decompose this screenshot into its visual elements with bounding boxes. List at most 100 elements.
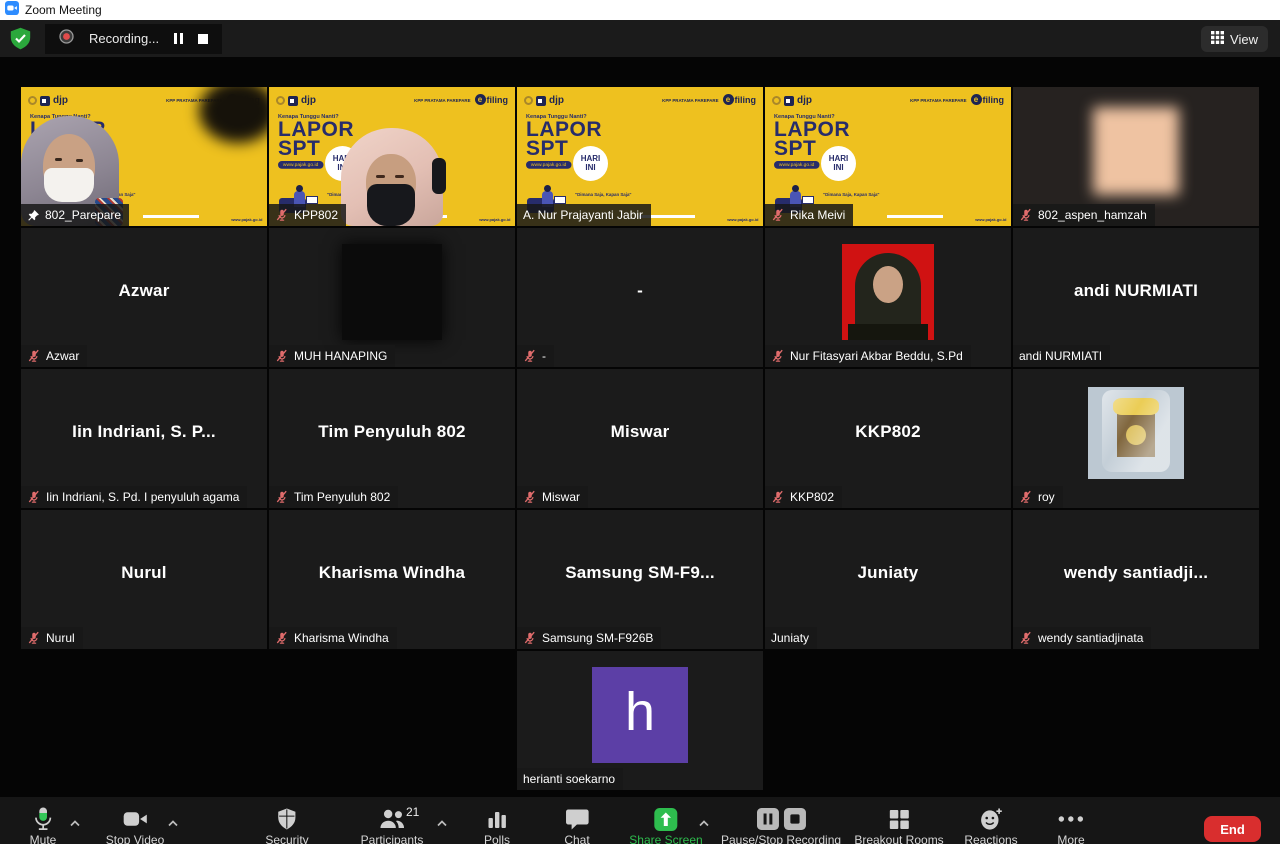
djp-logo-text: djp — [797, 95, 812, 106]
djp-emblem-icon — [524, 96, 533, 105]
participant-tile[interactable]: djp KPP PRATAMA PAREPARE e filing Kenapa… — [21, 87, 267, 226]
toolbar-pause-stop-recording-button[interactable]: Pause/Stop Recording — [721, 806, 841, 844]
participants-chevron-up-icon[interactable] — [437, 814, 448, 832]
toolbar-chat-button[interactable]: Chat — [564, 806, 589, 844]
slide-footer-url: www.pajak.go.id — [975, 218, 1006, 223]
muted-mic-icon — [27, 631, 41, 645]
participant-name-label: - — [517, 345, 554, 367]
muted-mic-icon — [27, 349, 41, 363]
slide-url-pill: www.pajak.go.id — [278, 161, 323, 169]
toolbar-participants-label: Participants — [361, 833, 424, 844]
participant-tile[interactable]: Nur Fitasyari Akbar Beddu, S.Pd — [765, 228, 1011, 367]
participant-name-text: herianti soekarno — [523, 772, 615, 786]
efiling-e-icon: e — [723, 94, 734, 105]
slide-footer-line — [143, 215, 199, 218]
participant-tile[interactable]: djp KPP PRATAMA PAREPARE e filing Kenapa… — [765, 87, 1011, 226]
mute-chevron-up-icon[interactable] — [70, 814, 81, 832]
participant-name-label: herianti soekarno — [517, 768, 623, 790]
camera-icon — [122, 806, 149, 832]
participant-display-name: Juniaty — [765, 510, 1011, 635]
participant-name-text: Azwar — [46, 349, 79, 363]
participant-display-name: Samsung SM-F9... — [517, 510, 763, 635]
toolbar-polls-button[interactable]: Polls — [484, 806, 510, 844]
participant-tile[interactable]: Samsung SM-F9...Samsung SM-F926B — [517, 510, 763, 649]
participant-tile[interactable]: roy — [1013, 369, 1259, 508]
participant-name-text: Iin Indriani, S. Pd. I penyuluh agama — [46, 490, 239, 504]
participant-tile[interactable]: wendy santiadji...wendy santiadjinata — [1013, 510, 1259, 649]
pause-recording-button[interactable] — [174, 33, 183, 44]
participant-name-label: Nurul — [21, 627, 83, 649]
end-meeting-button[interactable]: End — [1204, 816, 1261, 842]
meeting-stage: djp KPP PRATAMA PAREPARE e filing Kenapa… — [0, 57, 1280, 844]
participant-tile[interactable]: Iin Indriani, S. P...Iin Indriani, S. Pd… — [21, 369, 267, 508]
shield-icon — [276, 806, 297, 832]
slide-badge-line2: INI — [585, 164, 595, 173]
participant-tile[interactable]: hherianti soekarno — [517, 651, 763, 790]
participant-name-label: Juniaty — [765, 627, 817, 649]
participant-tile[interactable]: MUH HANAPING — [269, 228, 515, 367]
participant-display-name: Iin Indriani, S. P... — [21, 369, 267, 494]
efiling-label: filing — [983, 95, 1005, 105]
dark-video-feed — [342, 244, 442, 340]
muted-mic-icon — [275, 349, 289, 363]
toolbar-security-button[interactable]: Security — [265, 806, 308, 844]
microphone-icon — [32, 806, 55, 832]
toolbar-share-screen-button[interactable]: Share Screen — [629, 806, 702, 844]
participant-name-text: Nur Fitasyari Akbar Beddu, S.Pd — [790, 349, 963, 363]
djp-logo-text: djp — [53, 95, 68, 106]
participant-tile[interactable]: Kharisma WindhaKharisma Windha — [269, 510, 515, 649]
muted-mic-icon — [27, 490, 41, 504]
participant-tile[interactable]: 802_aspen_hamzah — [1013, 87, 1259, 226]
view-button[interactable]: View — [1201, 26, 1268, 52]
djp-emblem-icon — [276, 96, 285, 105]
muted-mic-icon — [275, 490, 289, 504]
participant-tile[interactable]: djp KPP PRATAMA PAREPARE e filing Kenapa… — [517, 87, 763, 226]
participant-tile[interactable]: Tim Penyuluh 802Tim Penyuluh 802 — [269, 369, 515, 508]
stop-recording-button[interactable] — [198, 34, 208, 44]
participant-name-label: Nur Fitasyari Akbar Beddu, S.Pd — [765, 345, 971, 367]
toolbar-stop-video-label: Stop Video — [106, 833, 165, 844]
participant-tile[interactable]: JuniatyJuniaty — [765, 510, 1011, 649]
encryption-shield-icon[interactable] — [10, 27, 31, 50]
muted-mic-icon — [1019, 631, 1033, 645]
participant-tile[interactable]: -- — [517, 228, 763, 367]
participant-name-label: A. Nur Prajayanti Jabir — [517, 204, 651, 226]
toolbar-mute-button[interactable]: Mute — [30, 806, 57, 844]
participant-display-name: wendy santiadji... — [1013, 510, 1259, 635]
share-screen-chevron-up-icon[interactable] — [699, 814, 710, 832]
zoom-app-icon — [5, 1, 19, 20]
stop-video-chevron-up-icon[interactable] — [168, 814, 179, 832]
participant-name-text: Miswar — [542, 490, 580, 504]
profile-photo — [1088, 387, 1184, 479]
slide-url-pill: www.pajak.go.id — [774, 161, 819, 169]
toolbar-stop-video-button[interactable]: Stop Video — [106, 806, 165, 844]
djp-brand: djp — [772, 95, 812, 106]
toolbar-more-button[interactable]: More — [1057, 806, 1084, 844]
participant-name-text: Rika Meivi — [790, 208, 845, 222]
efiling-label: filing — [487, 95, 509, 105]
participant-tile[interactable]: KKP802KKP802 — [765, 369, 1011, 508]
slide-tagline-bottom: "Dimana Saja, Kapan Saja" — [823, 192, 880, 197]
toolbar-security-label: Security — [265, 833, 308, 844]
participant-tile[interactable]: djp KPP PRATAMA PAREPARE e filing Kenapa… — [269, 87, 515, 226]
participant-name-text: roy — [1038, 490, 1055, 504]
participant-name-label: 802_aspen_hamzah — [1013, 204, 1155, 226]
slide-badge-line2: INI — [833, 164, 843, 173]
participant-display-name: andi NURMIATI — [1013, 228, 1259, 353]
participant-display-name: KKP802 — [765, 369, 1011, 494]
djp-logo-text: djp — [301, 95, 316, 106]
participant-name-text: - — [542, 349, 546, 363]
participant-tile[interactable]: andi NURMIATIandi NURMIATI — [1013, 228, 1259, 367]
toolbar-breakout-rooms-button[interactable]: Breakout Rooms — [854, 806, 943, 844]
participant-tile[interactable]: AzwarAzwar — [21, 228, 267, 367]
djp-logo-icon — [40, 96, 50, 106]
participant-tile[interactable]: NurulNurul — [21, 510, 267, 649]
djp-brand: djp — [28, 95, 68, 106]
blurred-profile-image — [1093, 107, 1179, 195]
slide-footer-url: www.pajak.go.id — [727, 218, 758, 223]
participant-tile[interactable]: MiswarMiswar — [517, 369, 763, 508]
toolbar-reactions-button[interactable]: Reactions — [964, 806, 1017, 844]
participant-name-text: Kharisma Windha — [294, 631, 389, 645]
bar-chart-icon — [486, 806, 508, 832]
participant-grid: djp KPP PRATAMA PAREPARE e filing Kenapa… — [21, 87, 1259, 790]
